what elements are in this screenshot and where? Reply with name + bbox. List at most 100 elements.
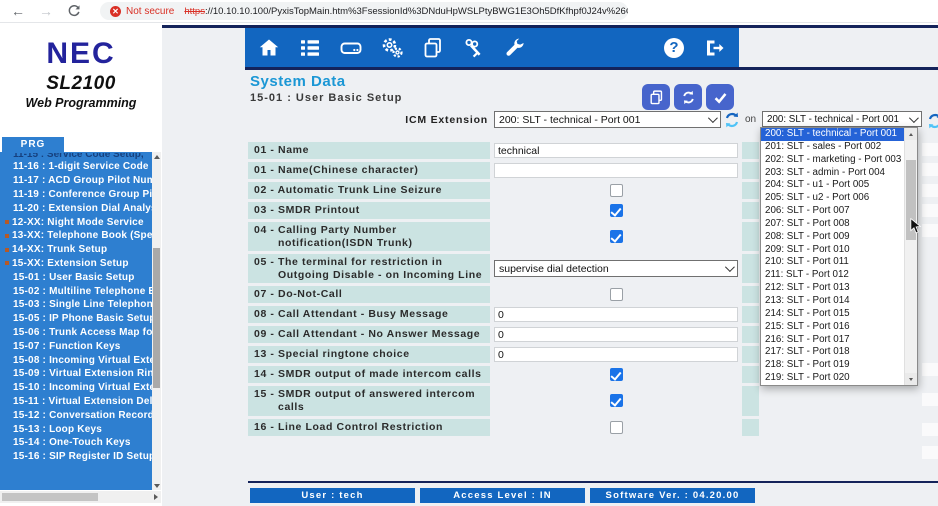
list-menu-icon[interactable] — [298, 36, 322, 60]
row-text-input[interactable] — [494, 327, 738, 342]
sidebar-menu-item[interactable]: 15-02 : Multiline Telephone Basic Set — [0, 284, 152, 298]
dropdown-option[interactable]: 201: SLT - sales - Port 002 — [761, 141, 904, 154]
dropdown-option[interactable]: 215: SLT - Port 016 — [761, 321, 904, 334]
address-bar[interactable]: ✕ Not secure https://10.10.10.100/PyxisT… — [100, 2, 628, 20]
sync-refresh-icon[interactable] — [723, 111, 741, 129]
sidebar-menu-item[interactable]: 11-17 : ACD Group Pilot Numbers — [0, 174, 152, 188]
browser-back-icon[interactable]: ← — [8, 1, 28, 21]
row-checkbox[interactable] — [610, 288, 623, 301]
dropdown-option[interactable]: 205: SLT - u2 - Port 006 — [761, 192, 904, 205]
row-checkbox[interactable] — [610, 230, 623, 243]
sync-refresh-icon-clipped[interactable] — [926, 112, 938, 130]
scroll-up-icon[interactable] — [152, 152, 161, 161]
dropdown-option[interactable]: 208: SLT - Port 009 — [761, 231, 904, 244]
sidebar-menu-item[interactable]: 15-13 : Loop Keys — [0, 422, 152, 436]
copy-pages-icon[interactable] — [421, 36, 445, 60]
dropdown-option[interactable]: 212: SLT - Port 013 — [761, 282, 904, 295]
sidebar-menu-item[interactable]: 15-XX: Extension Setup — [0, 257, 152, 271]
bullet-icon — [5, 234, 9, 238]
dropdown-option[interactable]: 213: SLT - Port 014 — [761, 295, 904, 308]
scroll-up-icon[interactable] — [905, 128, 917, 140]
sidebar-menu-item[interactable]: 11-16 : 1-digit Service Code Setup — [0, 160, 152, 174]
dropdown-option[interactable]: 202: SLT - marketing - Port 003 — [761, 154, 904, 167]
dropdown-option[interactable]: 200: SLT - technical - Port 001 — [761, 128, 904, 141]
sidebar-menu-item[interactable]: 15-12 : Conversation Recording Dest — [0, 408, 152, 422]
row-checkbox[interactable] — [610, 421, 623, 434]
dropdown-scrollbar[interactable] — [904, 128, 917, 385]
sidebar-menu-item[interactable]: 11-20 : Extension Dial Analysis Table — [0, 201, 152, 215]
storage-drive-icon[interactable] — [339, 36, 363, 60]
scroll-right-icon[interactable] — [151, 493, 160, 501]
sidebar-menu-item[interactable]: 13-XX: Telephone Book (Speed Dial) — [0, 229, 152, 243]
form-row: 03 - SMDR Printout — [248, 202, 760, 219]
scroll-down-icon[interactable] — [905, 373, 917, 385]
not-secure-icon[interactable]: ✕ — [110, 6, 121, 17]
clipped-label-sliver — [742, 346, 759, 363]
dropdown-option[interactable]: 209: SLT - Port 010 — [761, 244, 904, 257]
sidebar-menu-item[interactable]: 15-16 : SIP Register ID Setup for Ext — [0, 450, 152, 464]
row-text-input[interactable] — [494, 347, 738, 362]
row-text-input[interactable] — [494, 163, 738, 178]
dropdown-option[interactable]: 217: SLT - Port 018 — [761, 346, 904, 359]
sidebar-menu-item[interactable]: 11-19 : Conference Group Pilot Numb — [0, 188, 152, 202]
row-label: 03 - SMDR Printout — [248, 202, 490, 219]
not-secure-label: Not secure — [126, 6, 174, 17]
dropdown-option[interactable]: 214: SLT - Port 015 — [761, 308, 904, 321]
sidebar-item-clipped[interactable]: 11-15 : Service Code Setup, — [0, 153, 152, 160]
dropdown-option[interactable]: 219: SLT - Port 020 — [761, 372, 904, 385]
settings-gears-icon[interactable] — [380, 36, 404, 60]
sidebar-menu-item[interactable]: 15-07 : Function Keys — [0, 339, 152, 353]
scrollbar-thumb[interactable] — [2, 493, 98, 501]
url-text[interactable]: https://10.10.10.100/PyxisTopMain.htm%3F… — [184, 6, 628, 17]
browser-forward-icon[interactable]: → — [36, 1, 56, 21]
dropdown-option[interactable]: 206: SLT - Port 007 — [761, 205, 904, 218]
tab-prg[interactable]: PRG — [2, 137, 64, 152]
sidebar-menu-item[interactable]: 15-05 : IP Phone Basic Setup — [0, 312, 152, 326]
product-name: SL2100 — [0, 73, 162, 95]
sidebar-item-label: 15-02 : Multiline Telephone Basic Set — [13, 286, 152, 297]
help-icon[interactable]: ? — [662, 36, 686, 60]
scrollbar-thumb[interactable] — [153, 248, 160, 388]
sidebar-menu-item[interactable]: 14-XX: Trunk Setup — [0, 243, 152, 257]
sidebar-menu-item[interactable]: 15-10 : Incoming Virtual Extension Ri — [0, 381, 152, 395]
dropdown-option[interactable]: 207: SLT - Port 008 — [761, 218, 904, 231]
dropdown-option[interactable]: 218: SLT - Port 019 — [761, 359, 904, 372]
sidebar-item-label: 15-11 : Virtual Extension Delayed Rin — [13, 396, 152, 407]
refresh-button[interactable] — [674, 84, 702, 110]
sidebar-vertical-scrollbar[interactable] — [152, 152, 161, 490]
form-row: 01 - Name(Chinese character) — [248, 162, 760, 179]
wrench-icon[interactable] — [503, 36, 527, 60]
sidebar-menu-item[interactable]: 15-11 : Virtual Extension Delayed Rin — [0, 395, 152, 409]
dropdown-option[interactable]: 203: SLT - admin - Port 004 — [761, 167, 904, 180]
row-text-input[interactable] — [494, 143, 738, 158]
browser-reload-icon[interactable] — [64, 1, 84, 21]
sidebar-menu-item[interactable]: 15-01 : User Basic Setup — [0, 270, 152, 284]
apply-check-button[interactable] — [706, 84, 734, 110]
scroll-down-icon[interactable] — [152, 481, 161, 490]
row-checkbox[interactable] — [610, 184, 623, 197]
icm-extension-select-open[interactable]: 200: SLT - technical - Port 001 — [762, 111, 922, 127]
sidebar-menu-item[interactable]: 15-06 : Trunk Access Map for Extens — [0, 326, 152, 340]
row-checkbox[interactable] — [610, 368, 623, 381]
sidebar-menu-item[interactable]: 15-08 : Incoming Virtual Extension Ri — [0, 353, 152, 367]
home-icon[interactable] — [257, 36, 281, 60]
dropdown-option[interactable]: 210: SLT - Port 011 — [761, 256, 904, 269]
footer-divider — [248, 481, 938, 483]
sidebar-menu-item[interactable]: 12-XX: Night Mode Service — [0, 215, 152, 229]
dropdown-option[interactable]: 204: SLT - u1 - Port 005 — [761, 179, 904, 192]
copy-button[interactable] — [642, 84, 670, 110]
logout-icon[interactable] — [703, 36, 727, 60]
dropdown-option[interactable]: 216: SLT - Port 017 — [761, 334, 904, 347]
row-checkbox[interactable] — [610, 204, 623, 217]
sidebar-item-label: 15-10 : Incoming Virtual Extension Ri — [13, 382, 152, 393]
sidebar-horizontal-scrollbar[interactable] — [0, 491, 161, 503]
maintenance-tools-icon[interactable] — [462, 36, 486, 60]
sidebar-menu-item[interactable]: 15-09 : Virtual Extension Ring Assign — [0, 367, 152, 381]
row-select[interactable]: supervise dial detection — [494, 260, 738, 277]
row-text-input[interactable] — [494, 307, 738, 322]
dropdown-option[interactable]: 211: SLT - Port 012 — [761, 269, 904, 282]
icm-extension-select[interactable]: 200: SLT - technical - Port 001 — [494, 111, 721, 128]
row-checkbox[interactable] — [610, 394, 623, 407]
sidebar-menu-item[interactable]: 15-03 : Single Line Telephone Basic S — [0, 298, 152, 312]
sidebar-menu-item[interactable]: 15-14 : One-Touch Keys — [0, 436, 152, 450]
